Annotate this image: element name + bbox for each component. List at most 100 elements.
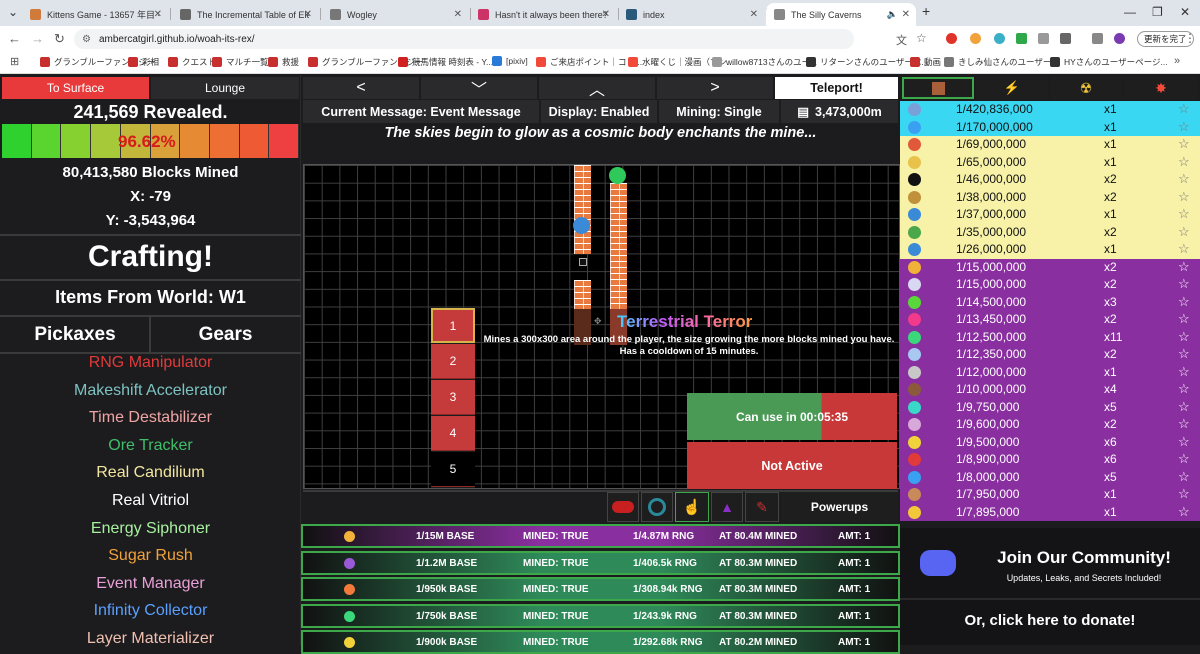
current-message[interactable]: Current Message: Event Message bbox=[303, 100, 539, 123]
favorite-star-icon[interactable]: ☆ bbox=[1178, 346, 1190, 362]
favorite-star-icon[interactable]: ☆ bbox=[1178, 504, 1190, 520]
ability-slot[interactable]: 1 bbox=[431, 308, 475, 343]
gear-item[interactable]: Energy Siphoner bbox=[0, 520, 301, 538]
gear-item[interactable]: Infinity Collector bbox=[0, 602, 301, 620]
ore-list-row[interactable]: 1/69,000,000 x1 ☆ bbox=[900, 136, 1200, 154]
ore-list-row[interactable]: 1/8,900,000 x6 ☆ bbox=[900, 451, 1200, 469]
to-surface-button[interactable]: To Surface bbox=[2, 77, 149, 99]
browser-tab[interactable]: Wogley ✕ bbox=[322, 3, 468, 26]
community-banner[interactable]: Join Our Community! Updates, Leaks, and … bbox=[900, 528, 1200, 645]
ore-list-row[interactable]: 1/37,000,000 x1 ☆ bbox=[900, 206, 1200, 224]
wrench-powerup[interactable]: ✎ bbox=[745, 492, 779, 522]
bookmark-item[interactable]: マルチ一覧 bbox=[212, 56, 269, 68]
ore-list-row[interactable]: 1/15,000,000 x2 ☆ bbox=[900, 276, 1200, 294]
favorite-star-icon[interactable]: ☆ bbox=[1178, 154, 1190, 170]
hat-powerup[interactable]: ▲ bbox=[711, 492, 743, 522]
speaker-icon[interactable]: 🔈 bbox=[887, 9, 898, 20]
url-field[interactable]: ⚙ ambercatgirl.github.io/woah-its-rex/ bbox=[74, 29, 854, 49]
ability-slot[interactable]: 4 bbox=[431, 416, 475, 451]
ore-list-row[interactable]: 1/46,000,000 x2 ☆ bbox=[900, 171, 1200, 189]
favorite-star-icon[interactable]: ☆ bbox=[1178, 224, 1190, 240]
bookmark-item[interactable]: [pixiv] bbox=[492, 56, 528, 66]
avatar[interactable] bbox=[1114, 33, 1125, 44]
apps-grid-icon[interactable]: ⊞ bbox=[10, 55, 19, 68]
nav-up-icon[interactable]: ︿ bbox=[539, 77, 655, 99]
tab-list-icon[interactable]: ⌄ bbox=[8, 5, 18, 19]
bookmark-star-icon[interactable]: ☆ bbox=[916, 31, 927, 45]
radioactive-tab[interactable]: ☢ bbox=[1050, 77, 1122, 99]
ore-list-row[interactable]: 1/9,500,000 x6 ☆ bbox=[900, 433, 1200, 451]
gear-item[interactable]: Ore Tracker bbox=[0, 437, 301, 455]
menu-icon[interactable]: ⋮ bbox=[1184, 31, 1196, 45]
clock-powerup[interactable] bbox=[641, 492, 673, 522]
explosion-tab[interactable]: ✸ bbox=[1124, 77, 1198, 99]
mined-ore-row[interactable]: 1/15M BASE MINED: TRUE 1/4.87M RNG AT 80.4M… bbox=[301, 524, 900, 548]
mined-ore-row[interactable]: 1/950k BASE MINED: TRUE 1/308.94k RNG AT 80… bbox=[301, 577, 900, 601]
side-panel-icon[interactable] bbox=[1092, 33, 1103, 44]
ore-list-row[interactable]: 1/170,000,000 x1 ☆ bbox=[900, 118, 1200, 136]
favorite-star-icon[interactable]: ☆ bbox=[1178, 451, 1190, 467]
lounge-button[interactable]: Lounge bbox=[151, 77, 299, 99]
browser-tab[interactable]: Kittens Game - 13657 年目 - 夏✕ bbox=[22, 3, 168, 26]
favorite-star-icon[interactable]: ☆ bbox=[1178, 119, 1190, 135]
powerups-label[interactable]: Powerups bbox=[781, 492, 898, 522]
nav-right-icon[interactable]: > bbox=[657, 77, 773, 99]
display-toggle[interactable]: Display: Enabled bbox=[541, 100, 657, 123]
ore-list-row[interactable]: 1/12,500,000 x11 ☆ bbox=[900, 328, 1200, 346]
cloud-powerup[interactable] bbox=[607, 492, 639, 522]
crafting-title[interactable]: Crafting! bbox=[0, 240, 301, 274]
gear-item[interactable]: Real Vitriol bbox=[0, 492, 301, 510]
favorite-star-icon[interactable]: ☆ bbox=[1178, 136, 1190, 152]
browser-tab[interactable]: Hasn't it always been there? ✕ bbox=[470, 3, 616, 26]
mined-ore-row[interactable]: 1/1.2M BASE MINED: TRUE 1/406.5k RNG AT 80.… bbox=[301, 550, 900, 575]
close-tab-icon[interactable]: ✕ bbox=[602, 9, 610, 20]
favorite-star-icon[interactable]: ☆ bbox=[1178, 364, 1190, 380]
favorite-star-icon[interactable]: ☆ bbox=[1178, 416, 1190, 432]
close-tab-icon[interactable]: ✕ bbox=[304, 9, 312, 20]
translate-icon[interactable]: 文 bbox=[896, 32, 907, 48]
extensions-puzzle-icon[interactable] bbox=[1060, 33, 1071, 44]
ore-list-row[interactable]: 1/12,000,000 x1 ☆ bbox=[900, 363, 1200, 381]
favorite-star-icon[interactable]: ☆ bbox=[1178, 434, 1190, 450]
cooldown-button[interactable]: Can use in 00:05:35 bbox=[687, 393, 897, 440]
nav-left-icon[interactable]: < bbox=[303, 77, 419, 99]
back-icon[interactable]: ← bbox=[8, 31, 21, 46]
bookmark-item[interactable]: クエスト bbox=[168, 56, 216, 68]
ore-list-row[interactable]: 1/10,000,000 x4 ☆ bbox=[900, 381, 1200, 399]
ore-list-row[interactable]: 1/13,450,000 x2 ☆ bbox=[900, 311, 1200, 329]
bookmark-item[interactable]: きしみ仙さんのユーザー... bbox=[944, 56, 1058, 68]
bookmark-item[interactable]: 彩相 bbox=[128, 56, 159, 68]
gear-item[interactable]: Layer Materializer bbox=[0, 630, 301, 648]
favorite-star-icon[interactable]: ☆ bbox=[1178, 399, 1190, 415]
pickaxes-tab[interactable]: Pickaxes bbox=[2, 318, 148, 352]
mining-mode[interactable]: Mining: Single bbox=[659, 100, 779, 123]
extension-icon[interactable] bbox=[946, 33, 957, 44]
ability-slot[interactable]: 2 bbox=[431, 344, 475, 379]
ore-list-row[interactable]: 1/65,000,000 x1 ☆ bbox=[900, 153, 1200, 171]
extension-icon[interactable] bbox=[1016, 33, 1027, 44]
ore-list-row[interactable]: 1/26,000,000 x1 ☆ bbox=[900, 241, 1200, 259]
favorite-star-icon[interactable]: ☆ bbox=[1178, 469, 1190, 485]
items-from-world[interactable]: Items From World: W1 bbox=[0, 287, 301, 308]
favorite-star-icon[interactable]: ☆ bbox=[1178, 171, 1190, 187]
gear-item[interactable]: Makeshift Accelerator bbox=[0, 382, 301, 400]
close-tab-icon[interactable]: ✕ bbox=[750, 9, 758, 20]
extension-icon[interactable] bbox=[1038, 33, 1049, 44]
gear-item[interactable]: Event Manager bbox=[0, 575, 301, 593]
close-tab-icon[interactable]: ✕ bbox=[154, 9, 162, 20]
extension-icon[interactable] bbox=[970, 33, 981, 44]
bookmark-item[interactable]: willow8713さんのユー... bbox=[712, 56, 817, 68]
donate-link[interactable]: Or, click here to donate! bbox=[900, 612, 1200, 629]
favorite-star-icon[interactable]: ☆ bbox=[1178, 259, 1190, 275]
favorite-star-icon[interactable]: ☆ bbox=[1178, 189, 1190, 205]
ore-list-row[interactable]: 1/12,350,000 x2 ☆ bbox=[900, 346, 1200, 364]
gear-item[interactable]: Real Candilium bbox=[0, 464, 301, 482]
lightning-tab[interactable]: ⚡ bbox=[976, 77, 1048, 99]
site-info-icon[interactable]: ⚙ bbox=[82, 34, 91, 45]
bookmark-item[interactable]: 動画 bbox=[910, 56, 941, 68]
close-tab-icon[interactable]: ✕ bbox=[454, 9, 462, 20]
favorite-star-icon[interactable]: ☆ bbox=[1178, 381, 1190, 397]
browser-tab[interactable]: The Silly Caverns 🔈 ✕ bbox=[766, 3, 916, 26]
hand-powerup[interactable]: ☝ bbox=[675, 492, 709, 522]
blocks-tab[interactable] bbox=[902, 77, 974, 99]
